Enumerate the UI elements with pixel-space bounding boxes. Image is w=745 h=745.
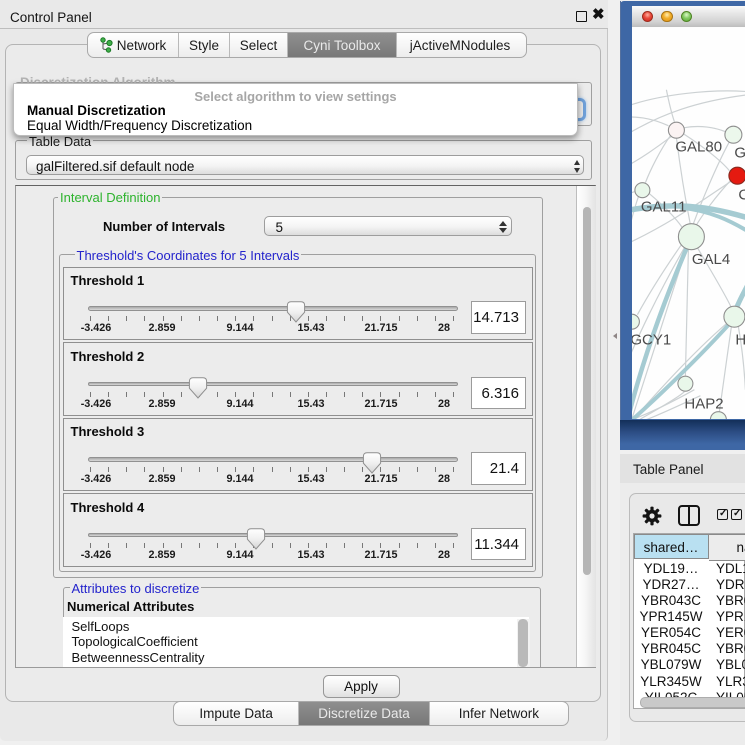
svg-text:GA: GA	[734, 145, 745, 162]
svg-text:GAL11: GAL11	[640, 199, 686, 216]
svg-text:H: H	[735, 332, 745, 349]
svg-text:GAL80: GAL80	[675, 139, 722, 156]
svg-text:GCY1: GCY1	[632, 332, 671, 349]
svg-text:HAP2: HAP2	[684, 396, 723, 413]
svg-text:GAL4: GAL4	[691, 251, 729, 268]
svg-text:C: C	[738, 187, 745, 204]
